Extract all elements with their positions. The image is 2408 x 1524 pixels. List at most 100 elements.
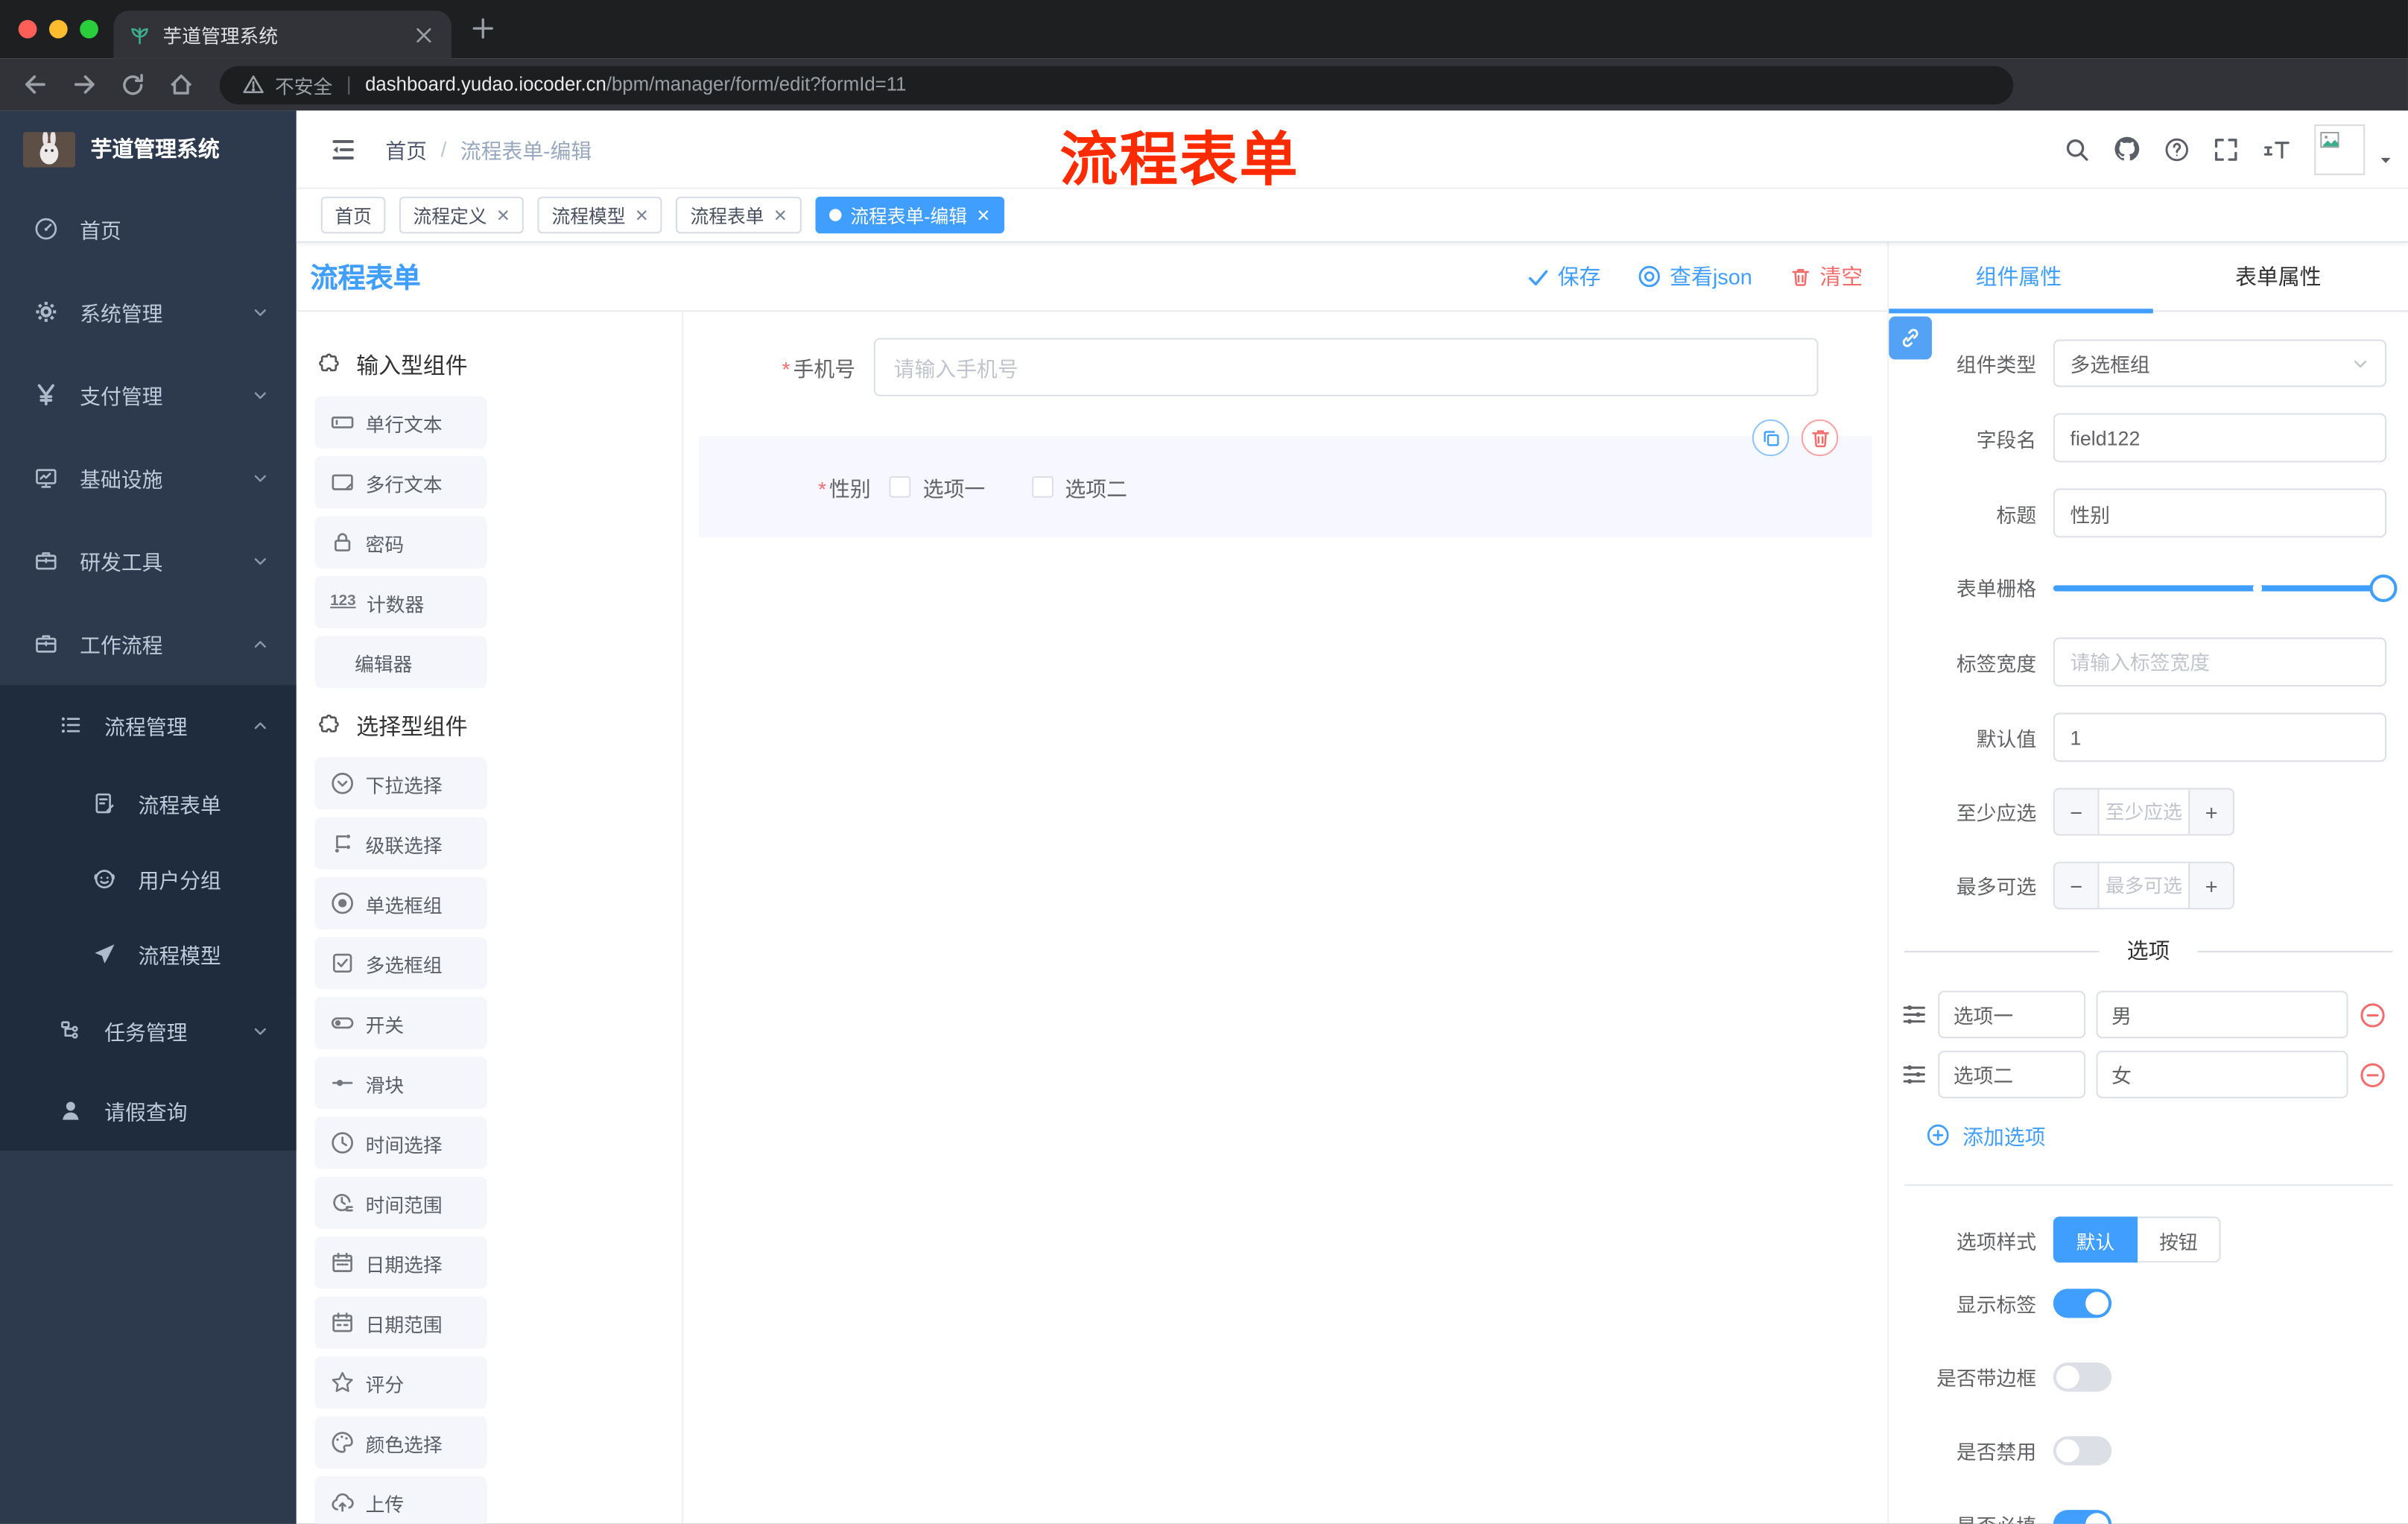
font-size-icon[interactable] bbox=[2262, 136, 2291, 162]
palette-item[interactable]: 滑块 bbox=[314, 1057, 487, 1110]
toggle-disabled[interactable] bbox=[2053, 1436, 2112, 1466]
option-label-input[interactable] bbox=[1938, 1050, 2086, 1098]
tag-close-icon[interactable]: ✕ bbox=[773, 205, 788, 225]
macos-minimize-button[interactable] bbox=[48, 19, 68, 39]
palette-item[interactable]: 123 计数器 bbox=[314, 575, 487, 629]
github-icon[interactable] bbox=[2113, 135, 2141, 162]
selected-gender-component[interactable]: * 性别 选项一 选项二 bbox=[698, 419, 1872, 538]
remove-option-icon[interactable] bbox=[2359, 1060, 2386, 1088]
sidebar-item-leave-query[interactable]: 请假查询 bbox=[0, 1070, 297, 1151]
sidebar-item-payment-management[interactable]: 支付管理 bbox=[0, 353, 297, 436]
toggle-required[interactable] bbox=[2053, 1510, 2112, 1524]
minus-button[interactable]: − bbox=[2054, 863, 2100, 908]
default-value-input[interactable] bbox=[2053, 712, 2387, 762]
palette-item[interactable]: 单选框组 bbox=[314, 876, 487, 930]
clear-button[interactable]: 清空 bbox=[1789, 261, 1863, 291]
palette-item[interactable]: 单行文本 bbox=[314, 396, 487, 449]
fullscreen-icon[interactable] bbox=[2213, 136, 2239, 162]
drag-handle-icon[interactable] bbox=[1901, 1002, 1927, 1028]
form-canvas[interactable]: * 手机号 请输入手机号 * 性别 选项一 选项二 bbox=[683, 312, 1887, 1523]
min-select-input[interactable] bbox=[2099, 789, 2189, 835]
option-value-input[interactable] bbox=[2096, 1050, 2348, 1098]
component-type-select[interactable]: 多选框组 bbox=[2053, 339, 2387, 388]
sidebar-item-user-group[interactable]: 用户分组 bbox=[0, 840, 297, 916]
field-name-input[interactable] bbox=[2053, 413, 2387, 463]
macos-zoom-button[interactable] bbox=[80, 19, 98, 39]
view-json-button[interactable]: 查看json bbox=[1638, 261, 1752, 291]
palette-item[interactable]: 密码 bbox=[314, 516, 487, 569]
user-avatar[interactable] bbox=[2314, 123, 2366, 174]
palette-item[interactable]: 颜色选择 bbox=[314, 1416, 487, 1469]
toggle-show-label[interactable] bbox=[2053, 1289, 2112, 1318]
reload-icon[interactable] bbox=[120, 72, 146, 98]
avatar-caret-down-icon[interactable] bbox=[2379, 153, 2393, 167]
back-icon[interactable] bbox=[22, 71, 49, 98]
phone-input[interactable]: 请输入手机号 bbox=[873, 338, 1819, 396]
collapse-sidebar-icon[interactable] bbox=[329, 134, 358, 163]
gender-checkbox-option[interactable]: 选项一 bbox=[889, 472, 985, 502]
tag-close-icon[interactable]: ✕ bbox=[976, 205, 990, 225]
sidebar-item-home[interactable]: 首页 bbox=[0, 187, 297, 270]
palette-item[interactable]: 日期范围 bbox=[314, 1296, 487, 1349]
option-value-input[interactable] bbox=[2096, 990, 2348, 1039]
drag-handle-icon[interactable] bbox=[1901, 1061, 1927, 1087]
browser-tab[interactable]: 芋道管理系统 bbox=[113, 10, 452, 59]
palette-item[interactable]: 时间范围 bbox=[314, 1176, 487, 1229]
new-tab-icon[interactable] bbox=[470, 16, 496, 42]
home-icon[interactable] bbox=[168, 71, 195, 98]
palette-item[interactable]: 下拉选择 bbox=[314, 757, 487, 810]
palette-item[interactable]: 多行文本 bbox=[314, 456, 487, 509]
sidebar-item-workflow[interactable]: 工作流程 bbox=[0, 602, 297, 685]
sidebar-item-process-model[interactable]: 流程模型 bbox=[0, 915, 297, 991]
tag-process-model[interactable]: 流程模型 ✕ bbox=[537, 196, 663, 234]
gender-checkbox-option[interactable]: 选项二 bbox=[1031, 472, 1127, 502]
tag-home[interactable]: 首页 bbox=[320, 196, 386, 234]
palette-item[interactable]: 多选框组 bbox=[314, 937, 487, 990]
sidebar-item-system-management[interactable]: 系统管理 bbox=[0, 271, 297, 353]
toggle-with-border[interactable] bbox=[2053, 1362, 2112, 1392]
tag-process-form[interactable]: 流程表单 ✕ bbox=[676, 196, 802, 234]
option-label-input[interactable] bbox=[1938, 990, 2086, 1039]
save-button[interactable]: 保存 bbox=[1527, 261, 1600, 291]
delete-component-button[interactable] bbox=[1801, 419, 1839, 457]
palette-item[interactable]: 开关 bbox=[314, 996, 487, 1049]
sidebar-item-process-form[interactable]: 流程表单 bbox=[0, 765, 297, 841]
palette-item[interactable]: 上传 bbox=[314, 1476, 487, 1524]
option-style-button[interactable]: 按钮 bbox=[2138, 1216, 2221, 1263]
tag-process-form-edit[interactable]: 流程表单-编辑 ✕ bbox=[814, 196, 1004, 234]
palette-item[interactable]: 评分 bbox=[314, 1356, 487, 1409]
option-style-default[interactable]: 默认 bbox=[2053, 1216, 2138, 1263]
help-icon[interactable] bbox=[2164, 136, 2190, 162]
breadcrumb-home[interactable]: 首页 bbox=[385, 133, 427, 164]
address-bar[interactable]: 不安全 | dashboard.yudao.iocoder.cn/bpm/man… bbox=[219, 65, 2014, 104]
palette-item[interactable]: 日期选择 bbox=[314, 1236, 487, 1289]
tag-process-definition[interactable]: 流程定义 ✕ bbox=[399, 196, 525, 234]
title-input[interactable] bbox=[2053, 488, 2387, 538]
sidebar-item-process-management[interactable]: 流程管理 bbox=[0, 685, 297, 765]
tag-close-icon[interactable]: ✕ bbox=[635, 205, 649, 225]
add-option-button[interactable]: 添加选项 bbox=[1926, 1120, 2408, 1151]
minus-button[interactable]: − bbox=[2054, 789, 2100, 835]
tab-component-props[interactable]: 组件属性 bbox=[1889, 243, 2148, 311]
palette-item[interactable]: 级联选择 bbox=[314, 817, 487, 870]
sidebar-item-infrastructure[interactable]: 基础设施 bbox=[0, 436, 297, 519]
tab-form-props[interactable]: 表单属性 bbox=[2149, 243, 2408, 311]
link-drawer-handle[interactable] bbox=[1889, 316, 1932, 360]
copy-component-button[interactable] bbox=[1752, 419, 1790, 457]
plus-button[interactable]: + bbox=[2188, 863, 2233, 908]
palette-item[interactable]: 编辑器 bbox=[314, 636, 487, 689]
plus-button[interactable]: + bbox=[2188, 789, 2233, 835]
tab-close-icon[interactable] bbox=[411, 22, 436, 47]
sidebar-item-dev-tools[interactable]: 研发工具 bbox=[0, 519, 297, 602]
label-width-input[interactable] bbox=[2053, 637, 2387, 687]
forward-icon[interactable] bbox=[71, 71, 98, 98]
max-select-input[interactable] bbox=[2099, 863, 2189, 908]
slider-handle[interactable] bbox=[2369, 573, 2398, 601]
sidebar-item-task-management[interactable]: 任务管理 bbox=[0, 990, 297, 1071]
search-icon[interactable] bbox=[2064, 136, 2090, 162]
form-grid-slider[interactable] bbox=[2053, 563, 2398, 611]
tag-close-icon[interactable]: ✕ bbox=[496, 205, 510, 225]
phone-field-row[interactable]: * 手机号 请输入手机号 bbox=[683, 338, 1819, 396]
palette-item[interactable]: 时间选择 bbox=[314, 1116, 487, 1169]
macos-close-button[interactable] bbox=[18, 19, 37, 39]
